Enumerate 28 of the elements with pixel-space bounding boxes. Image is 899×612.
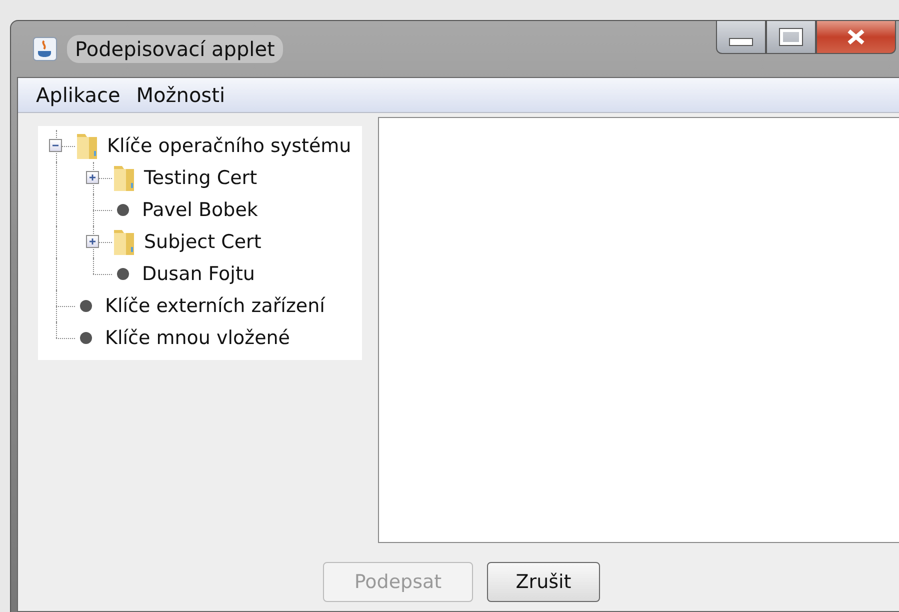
tree-item[interactable]: Dusan Fojtu (142, 263, 255, 285)
coffee-cup-icon (33, 37, 57, 61)
plus-icon (87, 172, 98, 183)
node-bullet-icon (116, 267, 130, 281)
tree-item[interactable]: Klíče mnou vložené (105, 327, 290, 349)
maximize-button[interactable] (766, 21, 816, 54)
node-bullet-icon (79, 299, 93, 313)
window-title: Podepisovací applet (67, 35, 283, 63)
node-bullet-icon (116, 203, 130, 217)
tree-item[interactable]: Klíče externích zařízení (105, 295, 325, 317)
folder-icon (75, 131, 99, 161)
folder-icon (112, 163, 136, 193)
close-icon (846, 29, 866, 45)
tree-item[interactable]: Pavel Bobek (142, 199, 258, 221)
menu-item[interactable]: Možnosti (136, 83, 226, 107)
folder-icon (112, 227, 136, 257)
dialog-button[interactable]: Zrušit (487, 562, 600, 602)
menu-item[interactable]: Aplikace (36, 83, 120, 107)
tree-item[interactable]: Klíče operačního systému (107, 135, 352, 157)
tree-item[interactable]: Subject Cert (144, 231, 262, 253)
expander-toggle[interactable] (86, 171, 99, 184)
minimize-button[interactable] (716, 21, 766, 54)
node-bullet-icon (79, 331, 93, 345)
expander-toggle[interactable] (49, 139, 62, 152)
expander-toggle[interactable] (86, 235, 99, 248)
plus-icon (87, 236, 98, 247)
close-button[interactable] (816, 21, 896, 54)
tree-item[interactable]: Testing Cert (144, 167, 258, 189)
